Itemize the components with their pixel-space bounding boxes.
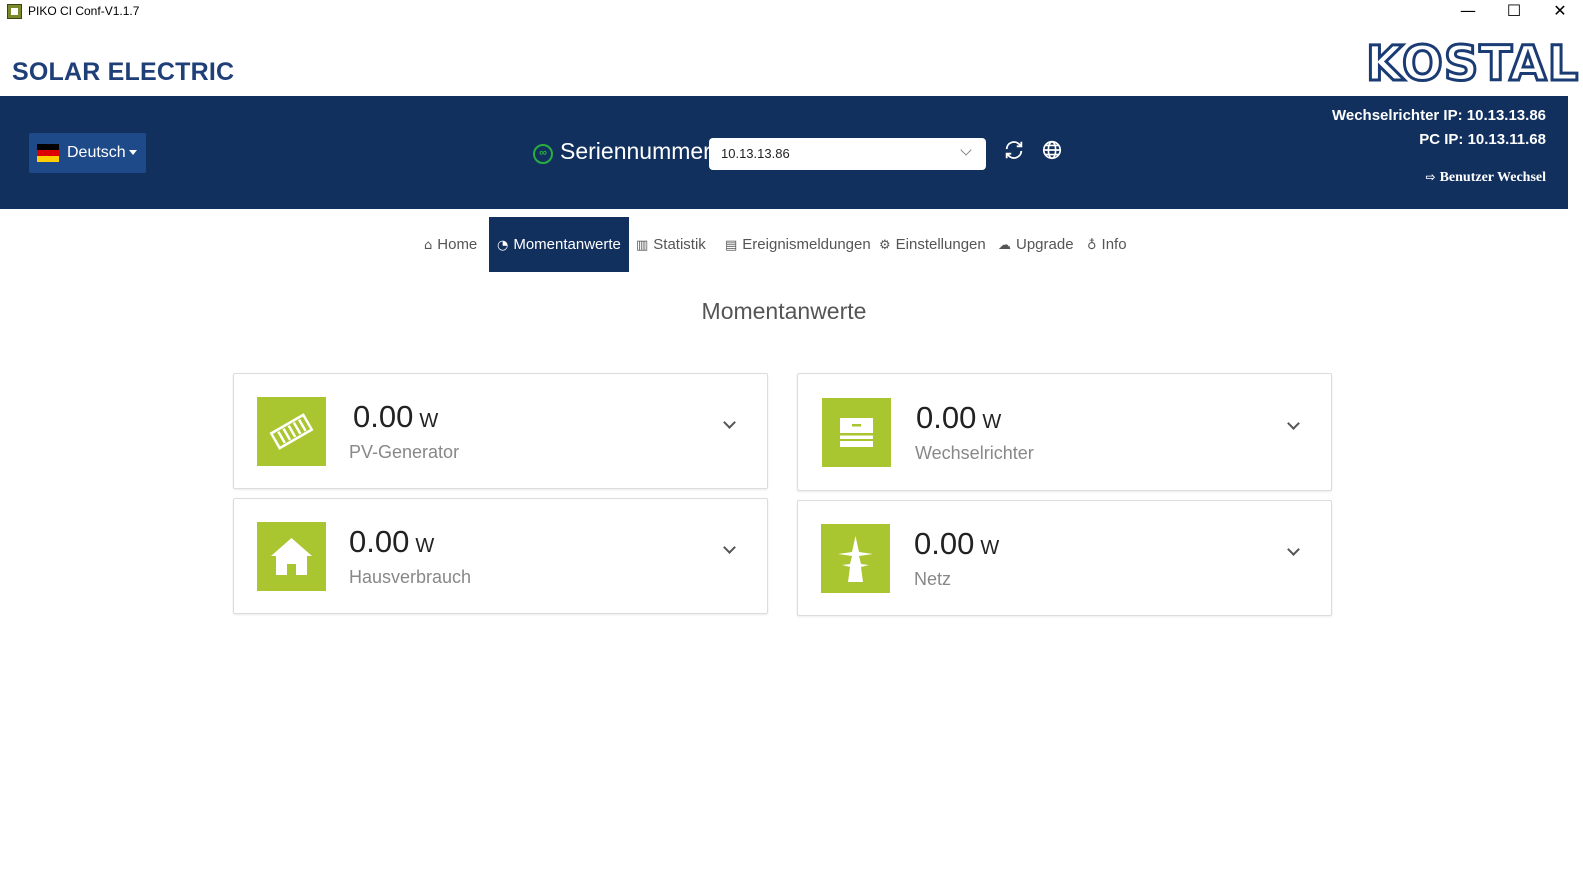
bar-chart-icon: ▥ (636, 238, 649, 253)
hausverbrauch-label: Hausverbrauch (349, 567, 472, 587)
tab-einstellungen[interactable]: ⚙ Einstellungen (879, 217, 986, 272)
caret-down-icon (129, 150, 137, 155)
cloud-upload-icon: ☁ (998, 238, 1011, 253)
maximize-button[interactable]: ☐ (1491, 0, 1537, 24)
tab-statistik[interactable]: ▥ Statistik (636, 217, 706, 272)
sign-out-icon: ⇨ (1425, 170, 1436, 184)
house-icon (257, 522, 326, 591)
close-button[interactable]: ✕ (1537, 0, 1583, 24)
language-label: Deutsch (67, 144, 126, 161)
lightbulb-icon: ♁ (1087, 238, 1097, 253)
globe-icon[interactable] (1041, 139, 1063, 161)
wechselrichter-value: 0.00 W (916, 400, 1002, 435)
user-switch-link[interactable]: ⇨ Benutzer Wechsel (1426, 170, 1546, 186)
inverter-icon (822, 398, 891, 467)
pv-generator-value: 0.00 W (353, 399, 439, 434)
inverter-ip: Wechselrichter IP: 10.13.13.86 (1331, 107, 1546, 124)
hausverbrauch-value: 0.00 W (349, 524, 435, 559)
german-flag-icon (37, 144, 59, 162)
minimize-button[interactable]: — (1445, 0, 1491, 24)
connected-link-icon: ∞ (533, 144, 553, 164)
chevron-down-icon (960, 144, 972, 156)
dashboard-icon: ◔ (497, 238, 509, 253)
card-wechselrichter[interactable]: 0.00 W Wechselrichter (797, 373, 1332, 491)
pv-generator-label: PV-Generator (349, 442, 460, 462)
window-title: PIKO CI Conf-V1.1.7 (28, 4, 140, 18)
header-bar: Deutsch ∞ Seriennummer: 10.13.13.86 Wech… (0, 96, 1568, 209)
page-title: Momentanwerte (701, 298, 867, 324)
main-nav: ⌂ Home ◔ Momentanwerte ▥ Statistik ▤ Ereigni… (0, 217, 1568, 272)
card-netz[interactable]: 0.00 W Netz (797, 500, 1332, 616)
tab-ereignismeldungen[interactable]: ▤ Ereignismeldungen (725, 217, 871, 272)
solar-panel-icon (257, 397, 326, 466)
app-icon (7, 4, 22, 19)
gear-icon: ⚙ (879, 238, 891, 253)
power-pylon-icon (821, 524, 890, 593)
netz-value: 0.00 W (914, 526, 1000, 561)
chevron-down-icon[interactable] (1287, 417, 1300, 430)
serial-value: 10.13.13.86 (721, 146, 790, 161)
card-pv-generator[interactable]: 0.00 W PV-Generator (233, 373, 768, 489)
chevron-down-icon[interactable] (723, 416, 736, 429)
serial-select[interactable]: 10.13.13.86 (709, 138, 986, 170)
refresh-icon[interactable] (1003, 139, 1025, 161)
card-hausverbrauch[interactable]: 0.00 W Hausverbrauch (233, 498, 768, 614)
tab-upgrade[interactable]: ☁ Upgrade (998, 217, 1074, 272)
window-titlebar: PIKO CI Conf-V1.1.7 — ☐ ✕ (0, 0, 1583, 24)
tab-info[interactable]: ♁ Info (1087, 217, 1127, 272)
serial-label: Seriennummer: (560, 138, 718, 164)
pc-ip: PC IP: 10.13.11.68 (1419, 131, 1546, 148)
wechselrichter-label: Wechselrichter (915, 443, 1034, 463)
netz-label: Netz (914, 569, 952, 589)
tab-home[interactable]: ⌂ Home (424, 217, 477, 272)
user-switch-label: Benutzer Wechsel (1439, 170, 1546, 185)
brand-name: SOLAR ELECTRIC (12, 58, 235, 86)
tab-momentanwerte[interactable]: ◔ Momentanwerte (489, 217, 629, 272)
document-icon: ▤ (725, 238, 738, 253)
language-dropdown[interactable]: Deutsch (29, 133, 146, 173)
home-icon: ⌂ (424, 238, 433, 253)
chevron-down-icon[interactable] (723, 541, 736, 554)
chevron-down-icon[interactable] (1287, 543, 1300, 556)
kostal-logo: KOSTAL (1364, 35, 1580, 94)
